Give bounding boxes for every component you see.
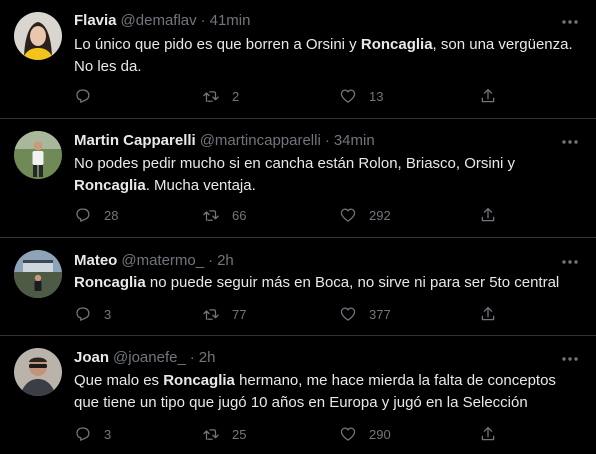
heart-icon: [340, 427, 356, 441]
avatar[interactable]: [14, 131, 62, 179]
share-button[interactable]: [479, 424, 497, 444]
replies-count: 28: [104, 207, 119, 223]
tweet[interactable]: Flavia @demaflav · 41min Lo único que pi…: [0, 0, 596, 114]
separator-dot: ·: [324, 132, 330, 149]
retweets-count: 25: [232, 426, 247, 442]
retweet-button[interactable]: 25: [202, 424, 246, 444]
share-icon: [481, 426, 495, 441]
user-handle[interactable]: @joanefe_: [113, 348, 186, 368]
more-icon[interactable]: [560, 136, 580, 148]
retweets-count: 77: [232, 306, 247, 322]
retweet-icon: [203, 91, 219, 102]
reply-icon: [76, 307, 90, 321]
like-button[interactable]: 292: [339, 205, 391, 225]
more-icon[interactable]: [560, 16, 580, 28]
separator-dot: ·: [208, 252, 214, 269]
likes-count: 377: [369, 306, 391, 322]
heart-icon: [340, 208, 356, 222]
more-icon[interactable]: [560, 353, 580, 365]
tweet-text-segment: Que malo es: [74, 372, 164, 389]
likes-count: 13: [369, 88, 384, 104]
highlighted-keyword: Roncaglia: [74, 177, 146, 194]
tweet-text: Roncaglia no puede seguir más en Boca, n…: [74, 272, 584, 294]
like-button[interactable]: 13: [339, 86, 383, 106]
tweet-header: Flavia @demaflav · 41min: [74, 11, 250, 31]
tweet-text-segment: No podes pedir mucho si en cancha están …: [74, 155, 516, 172]
retweet-icon: [203, 309, 219, 320]
more-icon[interactable]: [560, 256, 580, 268]
share-button[interactable]: [479, 304, 497, 324]
user-handle[interactable]: @matermo_: [121, 251, 204, 271]
tweet[interactable]: Joan @joanefe_ · 2h Que malo es Roncagli…: [0, 336, 596, 454]
retweet-button[interactable]: 77: [202, 304, 246, 324]
share-button[interactable]: [479, 205, 497, 225]
tweet-header: Martin Capparelli @martincapparelli · 34…: [74, 131, 375, 151]
replies-count: 3: [104, 426, 112, 442]
share-button[interactable]: [479, 86, 497, 106]
timestamp[interactable]: 2h: [217, 251, 234, 271]
heart-icon: [340, 89, 356, 103]
retweet-button[interactable]: 2: [202, 86, 239, 106]
retweets-count: 2: [232, 88, 240, 104]
likes-count: 292: [369, 207, 391, 223]
display-name[interactable]: Mateo: [74, 251, 117, 271]
avatar[interactable]: [14, 12, 62, 60]
man-portrait-avatar-icon: [14, 348, 62, 396]
woman-avatar-icon: [14, 12, 62, 60]
tweet-text-segment: Lo único que pido es que borren a Orsini…: [74, 36, 361, 53]
tweet-actions: 3 25 290: [74, 424, 504, 444]
highlighted-keyword: Roncaglia: [360, 36, 433, 53]
tweet-text: Lo único que pido es que borren a Orsini…: [74, 34, 584, 78]
highlighted-keyword: Roncaglia: [163, 372, 235, 389]
retweet-icon: [203, 210, 219, 221]
display-name[interactable]: Martin Capparelli: [74, 131, 196, 151]
share-icon: [481, 88, 495, 103]
timestamp[interactable]: 34min: [334, 131, 375, 151]
replies-count: 3: [104, 306, 112, 322]
tweet-text-segment: . Mucha ventaja.: [145, 177, 256, 194]
avatar[interactable]: [14, 250, 62, 298]
tweet-header: Joan @joanefe_ · 2h: [74, 348, 215, 368]
avatar[interactable]: [14, 348, 62, 396]
user-handle[interactable]: @martincapparelli: [200, 131, 321, 151]
reply-button[interactable]: 28: [74, 205, 118, 225]
user-handle[interactable]: @demaflav: [121, 11, 197, 31]
reply-button[interactable]: 3: [74, 424, 111, 444]
tweet[interactable]: Martin Capparelli @martincapparelli · 34…: [0, 119, 596, 236]
share-icon: [481, 207, 495, 222]
reply-button[interactable]: 3: [74, 304, 111, 324]
tweet-header: Mateo @matermo_ · 2h: [74, 251, 234, 271]
separator-dot: ·: [189, 349, 195, 366]
reply-icon: [76, 89, 90, 103]
retweet-button[interactable]: 66: [202, 205, 246, 225]
tweet-actions: 2 13: [74, 86, 504, 106]
highlighted-keyword: Roncaglia: [74, 274, 146, 291]
likes-count: 290: [369, 426, 391, 442]
separator-dot: ·: [200, 12, 206, 29]
like-button[interactable]: 290: [339, 424, 391, 444]
tweet-actions: 28 66 292: [74, 205, 504, 225]
display-name[interactable]: Flavia: [74, 11, 117, 31]
reply-icon: [76, 208, 90, 222]
tweet-text-segment: no puede seguir más en Boca, no sirve ni…: [145, 274, 560, 291]
tweet-feed: Flavia @demaflav · 41min Lo único que pi…: [0, 0, 596, 454]
reply-button[interactable]: [74, 86, 92, 106]
share-icon: [481, 306, 495, 321]
tweet-actions: 3 77 377: [74, 304, 504, 324]
tweet[interactable]: Mateo @matermo_ · 2h Roncaglia no puede …: [0, 238, 596, 334]
retweet-icon: [203, 429, 219, 440]
timestamp[interactable]: 41min: [210, 11, 251, 31]
man-standing-outdoors-avatar-icon: [14, 131, 62, 179]
reply-icon: [76, 427, 90, 441]
stadium-avatar-icon: [14, 250, 62, 298]
display-name[interactable]: Joan: [74, 348, 109, 368]
heart-icon: [340, 307, 356, 321]
tweet-text: No podes pedir mucho si en cancha están …: [74, 153, 584, 197]
timestamp[interactable]: 2h: [199, 348, 216, 368]
like-button[interactable]: 377: [339, 304, 391, 324]
tweet-text: Que malo es Roncaglia hermano, me hace m…: [74, 370, 584, 414]
retweets-count: 66: [232, 207, 247, 223]
